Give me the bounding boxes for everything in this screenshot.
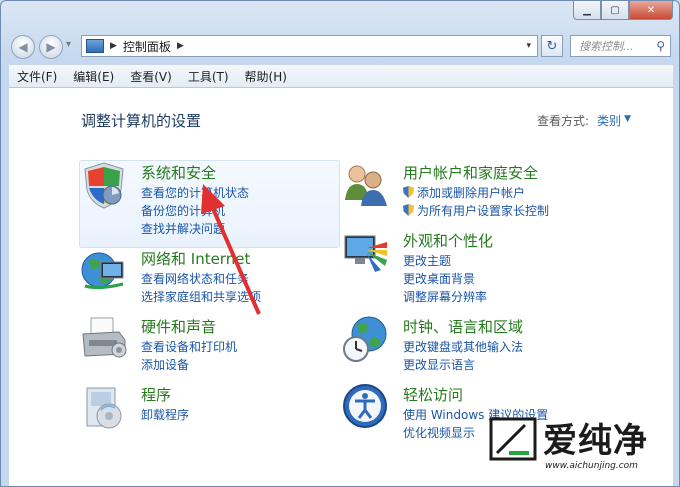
minimize-button[interactable]: ▁ bbox=[573, 1, 601, 20]
search-placeholder: 搜索控制... bbox=[579, 40, 634, 53]
printer-icon bbox=[82, 317, 127, 358]
clock-globe-icon bbox=[343, 316, 387, 362]
control-panel-icon bbox=[86, 39, 104, 53]
back-button[interactable]: ◀ bbox=[11, 35, 35, 59]
close-button[interactable]: ✕ bbox=[629, 1, 673, 20]
category-title[interactable]: 时钟、语言和区域 bbox=[403, 316, 523, 337]
maximize-button[interactable]: ▢ bbox=[601, 1, 629, 20]
category-appearance[interactable]: 外观和个性化 更改主题 更改桌面背景 调整屏幕分辨率 bbox=[341, 228, 641, 312]
forward-button[interactable]: ▶ bbox=[39, 35, 63, 59]
menu-file[interactable]: 文件(F) bbox=[9, 68, 65, 85]
category-title[interactable]: 用户帐户和家庭安全 bbox=[403, 162, 538, 183]
caption-buttons: ▁ ▢ ✕ bbox=[573, 1, 673, 20]
uac-shield-icon bbox=[403, 186, 414, 198]
breadcrumb-control-panel[interactable]: 控制面板 bbox=[123, 38, 171, 55]
category-title[interactable]: 外观和个性化 bbox=[403, 230, 493, 251]
link-devices-printers[interactable]: 查看设备和打印机 bbox=[141, 338, 237, 355]
watermark-text: 爱纯净 bbox=[543, 421, 648, 461]
category-user-accounts[interactable]: 用户帐户和家庭安全 添加或删除用户帐户 为所有用户设置家长控制 bbox=[341, 160, 641, 226]
link-parental-controls[interactable]: 为所有用户设置家长控制 bbox=[403, 202, 549, 219]
link-add-remove-users[interactable]: 添加或删除用户帐户 bbox=[403, 184, 525, 201]
watermark-url: www.aichunjing.com bbox=[545, 461, 638, 471]
address-bar[interactable]: ▶ 控制面板 ▶ ▾ bbox=[81, 35, 538, 57]
breadcrumb-trail-arrow-icon[interactable]: ▶ bbox=[177, 41, 184, 51]
refresh-button[interactable]: ↻ bbox=[541, 35, 563, 57]
menu-edit[interactable]: 编辑(E) bbox=[65, 68, 122, 85]
users-icon bbox=[345, 165, 387, 206]
link-uninstall[interactable]: 卸载程序 bbox=[141, 406, 189, 423]
menu-tools[interactable]: 工具(T) bbox=[180, 68, 237, 85]
category-clock-language[interactable]: 时钟、语言和区域 更改键盘或其他输入法 更改显示语言 bbox=[341, 314, 641, 380]
search-input[interactable]: 搜索控制... ⚲ bbox=[570, 35, 671, 57]
ease-of-access-icon bbox=[343, 384, 387, 428]
recent-pages-dropdown-icon[interactable]: ▾ bbox=[66, 39, 71, 50]
link-display-language[interactable]: 更改显示语言 bbox=[403, 356, 475, 373]
programs-icon bbox=[86, 387, 122, 429]
menu-help[interactable]: 帮助(H) bbox=[237, 68, 295, 85]
menu-bar: 文件(F) 编辑(E) 查看(V) 工具(T) 帮助(H) bbox=[9, 65, 673, 88]
address-dropdown-icon[interactable]: ▾ bbox=[526, 41, 531, 51]
category-title[interactable]: 程序 bbox=[141, 384, 171, 405]
category-title[interactable]: 轻松访问 bbox=[403, 384, 463, 405]
view-by-label: 查看方式: bbox=[536, 114, 589, 128]
view-by-value[interactable]: 类别 bbox=[597, 112, 621, 129]
annotation-arrow-icon bbox=[201, 184, 261, 315]
watermark-icon bbox=[489, 417, 537, 461]
link-add-device[interactable]: 添加设备 bbox=[141, 356, 189, 373]
breadcrumb-arrow-icon[interactable]: ▶ bbox=[110, 41, 117, 51]
link-keyboard-input[interactable]: 更改键盘或其他输入法 bbox=[403, 338, 523, 355]
link-desktop-background[interactable]: 更改桌面背景 bbox=[403, 270, 475, 287]
search-icon[interactable]: ⚲ bbox=[656, 39, 665, 53]
control-panel-window: ▁ ▢ ✕ ◀ ▶ ▾ ▶ 控制面板 ▶ ▾ ↻ 搜索控制... ⚲ 文件(F)… bbox=[0, 0, 680, 487]
link-change-theme[interactable]: 更改主题 bbox=[403, 252, 451, 269]
view-by-dropdown-icon[interactable]: ▼ bbox=[624, 114, 631, 124]
menu-view[interactable]: 查看(V) bbox=[122, 68, 180, 85]
link-screen-resolution[interactable]: 调整屏幕分辨率 bbox=[403, 288, 487, 305]
watermark-logo: 爱纯净 www.aichunjing.com bbox=[489, 411, 679, 485]
page-title: 调整计算机的设置 bbox=[81, 112, 202, 130]
link-optimize-display[interactable]: 优化视频显示 bbox=[403, 424, 475, 441]
appearance-icon bbox=[344, 235, 387, 272]
category-hardware-sound[interactable]: 硬件和声音 查看设备和打印机 添加设备 bbox=[79, 314, 339, 380]
security-shield-icon bbox=[84, 162, 124, 209]
category-programs[interactable]: 程序 卸载程序 bbox=[79, 382, 339, 434]
category-title[interactable]: 硬件和声音 bbox=[141, 316, 216, 337]
network-globe-icon bbox=[81, 252, 124, 290]
uac-shield-icon bbox=[403, 204, 414, 216]
